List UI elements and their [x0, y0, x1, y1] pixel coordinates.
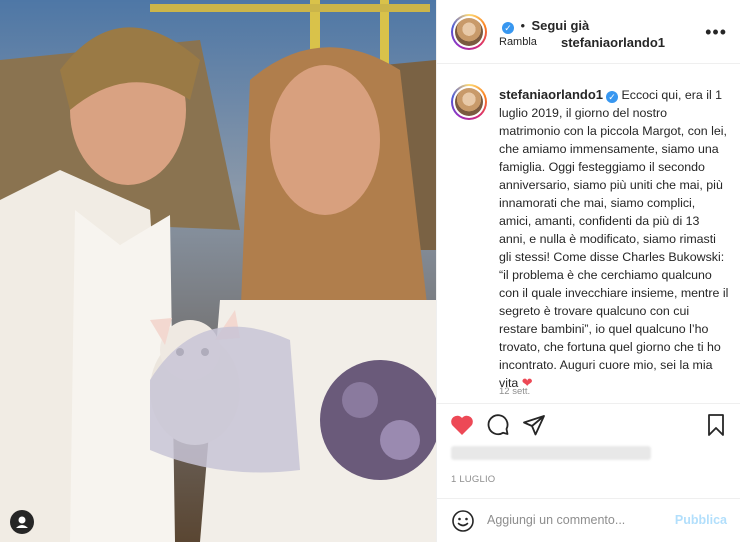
caption-section: stefaniaorlando1 ✓ Eccoci qui, era il 1 l… [437, 64, 740, 404]
share-icon[interactable] [521, 412, 547, 438]
action-bar [437, 406, 740, 446]
separator-dot: • [520, 18, 526, 33]
post-header: stefaniaorlando1 ✓ • Segui già Rambla ••• [437, 0, 740, 64]
caption-username[interactable]: stefaniaorlando1 [499, 87, 603, 102]
post-photo[interactable] [0, 0, 436, 542]
verified-icon: ✓ [606, 91, 619, 103]
more-options-icon[interactable]: ••• [705, 22, 727, 43]
caption-timestamp[interactable]: 12 sett. [499, 386, 530, 397]
header-line: stefaniaorlando1 ✓ • Segui già [499, 17, 665, 50]
caption-body: Eccoci qui, era il 1 luglio 2019, il gio… [499, 88, 729, 390]
caption-avatar[interactable] [451, 84, 487, 120]
post-side-panel: stefaniaorlando1 ✓ • Segui già Rambla •••… [436, 0, 740, 542]
publish-button[interactable]: Pubblica [675, 513, 727, 527]
comment-bar: Pubblica [437, 498, 740, 542]
like-icon[interactable] [449, 412, 475, 438]
wedding-photo-image [0, 0, 436, 542]
author-avatar[interactable] [451, 14, 487, 50]
post-location[interactable]: Rambla [499, 36, 537, 48]
follow-status-button[interactable]: Segui già [531, 18, 589, 33]
verified-icon: ✓ [502, 22, 514, 34]
author-username[interactable]: stefaniaorlando1 [561, 35, 665, 50]
tagged-user-icon[interactable] [10, 510, 34, 534]
emoji-icon[interactable] [451, 509, 475, 538]
post-date[interactable]: 1 LUGLIO [451, 474, 495, 485]
caption-text: stefaniaorlando1 ✓ Eccoci qui, era il 1 l… [499, 86, 729, 392]
save-bookmark-icon[interactable] [703, 412, 729, 438]
likes-count-blurred [451, 446, 651, 460]
comment-icon[interactable] [485, 412, 511, 438]
comment-input[interactable] [487, 513, 657, 527]
